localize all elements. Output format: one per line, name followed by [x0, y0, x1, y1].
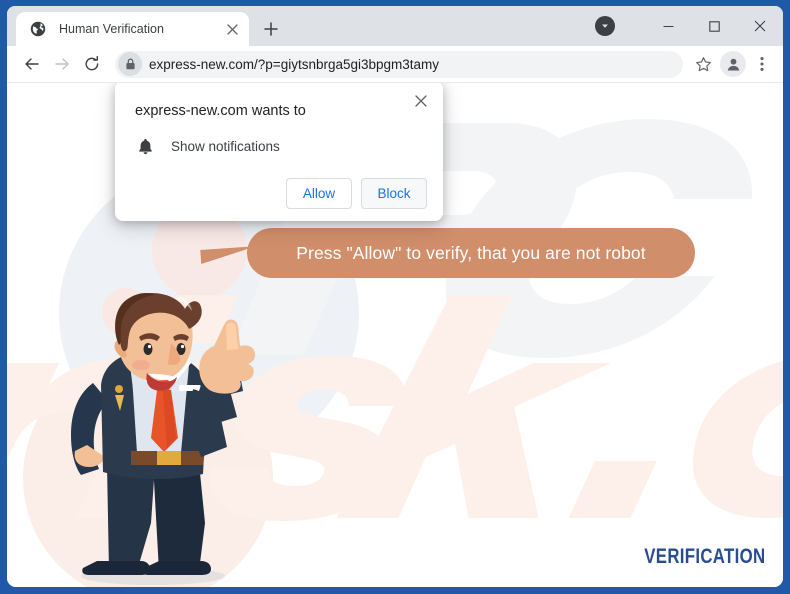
forward-button[interactable] — [47, 49, 77, 79]
maximize-button[interactable] — [691, 10, 737, 42]
allow-button[interactable]: Allow — [286, 178, 352, 209]
arrow-left-icon — [25, 58, 39, 70]
url-text[interactable]: express-new.com/?p=giytsnbrga5gi3bpgm3ta… — [149, 57, 439, 72]
window-controls — [595, 6, 783, 46]
browser-toolbar: express-new.com/?p=giytsnbrga5gi3bpgm3ta… — [7, 46, 783, 83]
browser-window: Human Verification express-new.com/?p=gi… — [7, 6, 783, 587]
dialog-title: express-new.com wants to — [135, 103, 306, 119]
dialog-option-row: Show notifications — [135, 136, 427, 156]
verification-label: VERIFICATION — [643, 545, 765, 568]
lock-icon[interactable] — [118, 52, 142, 76]
notification-permission-dialog: express-new.com wants to Show notificati… — [115, 83, 443, 221]
address-bar[interactable]: express-new.com/?p=giytsnbrga5gi3bpgm3ta… — [115, 50, 683, 78]
minimize-button[interactable] — [645, 10, 691, 42]
speech-bubble-text: Press "Allow" to verify, that you are no… — [296, 242, 646, 263]
plus-icon — [264, 22, 278, 36]
page-viewport: Press "Allow" to verify, that you are no… — [7, 83, 783, 587]
bell-icon — [135, 136, 155, 156]
pointing-businessman-illustration — [71, 293, 256, 585]
browser-window-frame: Human Verification express-new.com/?p=gi… — [0, 0, 790, 594]
globe-icon — [29, 21, 46, 38]
dialog-option-label: Show notifications — [171, 138, 280, 154]
back-button[interactable] — [17, 49, 47, 79]
reload-icon — [85, 55, 99, 71]
download-chevron-icon[interactable] — [595, 16, 615, 36]
tab-close-icon[interactable] — [223, 20, 241, 38]
arrow-right-icon — [55, 58, 69, 70]
speech-bubble: Press "Allow" to verify, that you are no… — [247, 228, 695, 278]
close-icon[interactable] — [410, 90, 432, 112]
tab-title: Human Verification — [59, 22, 164, 36]
star-icon[interactable] — [689, 50, 717, 78]
tab-human-verification[interactable]: Human Verification — [16, 12, 249, 46]
dialog-button-row: Allow Block — [135, 178, 427, 209]
new-tab-button[interactable] — [257, 15, 285, 43]
tab-strip: Human Verification — [7, 6, 783, 46]
close-window-button[interactable] — [737, 10, 783, 42]
three-dots-icon[interactable] — [749, 51, 775, 77]
block-button[interactable]: Block — [361, 178, 427, 209]
reload-button[interactable] — [77, 49, 107, 79]
profile-avatar[interactable] — [720, 51, 746, 77]
